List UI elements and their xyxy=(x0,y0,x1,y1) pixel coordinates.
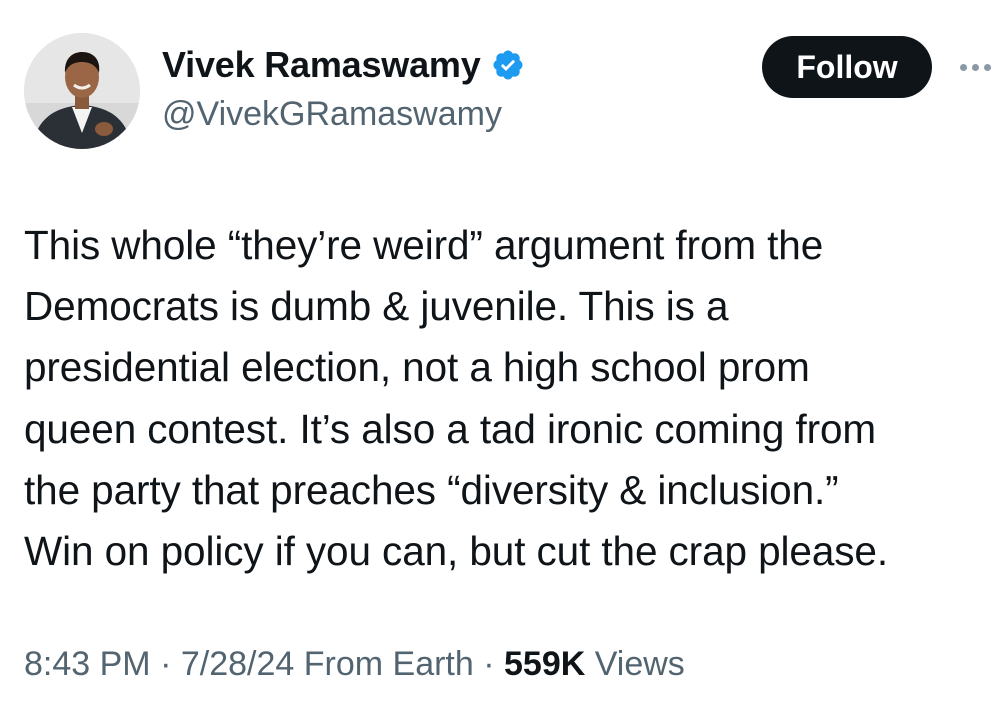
author-display-name[interactable]: Vivek Ramaswamy xyxy=(162,44,481,86)
tweet-text-line: This whole “they’re weird” argument from… xyxy=(24,222,824,268)
tweet-source: From Earth xyxy=(294,645,474,683)
author-name-row: Vivek Ramaswamy xyxy=(162,44,525,86)
tweet-text-line: Democrats is dumb & juvenile. This is a xyxy=(24,283,729,330)
tweet-metadata: 8:43 PM · 7/28/24 From Earth · 559K View… xyxy=(24,645,685,684)
views-count[interactable]: 559K xyxy=(504,645,585,683)
author-avatar[interactable] xyxy=(24,33,140,149)
separator: · xyxy=(150,645,181,683)
dot xyxy=(959,63,967,71)
follow-button[interactable]: Follow xyxy=(762,36,932,98)
views-label: Views xyxy=(585,645,685,683)
separator: · xyxy=(473,645,504,683)
dot xyxy=(971,63,979,71)
tweet-text: This whole “they’re weird” argument from… xyxy=(24,215,994,582)
tweet-text-line: presidential election, not a high school… xyxy=(24,344,810,391)
tweet-card: Vivek Ramaswamy @VivekGRamaswamy Follow … xyxy=(0,0,1000,724)
tweet-text-line: Win on policy if you can, but cut the cr… xyxy=(24,528,888,575)
tweet-date[interactable]: 7/28/24 xyxy=(181,645,294,683)
avatar-photo-icon xyxy=(24,33,140,149)
more-options-icon[interactable] xyxy=(955,52,995,82)
dot xyxy=(983,63,991,71)
author-handle[interactable]: @VivekGRamaswamy xyxy=(162,95,502,134)
tweet-text-line: queen contest. It’s also a tad ironic co… xyxy=(24,405,877,452)
tweet-text-line: the party that preaches “diversity & inc… xyxy=(24,466,839,513)
verified-badge-icon[interactable] xyxy=(491,48,525,82)
tweet-time[interactable]: 8:43 PM xyxy=(24,645,151,683)
